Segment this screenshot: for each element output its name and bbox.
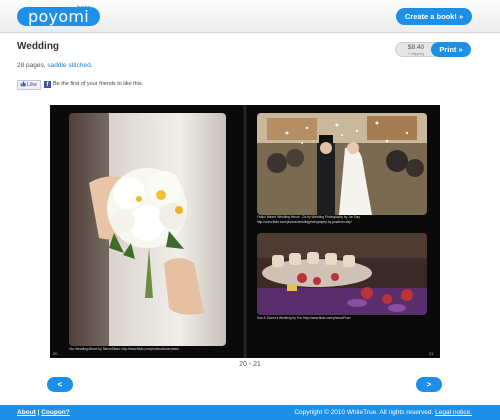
left-photo-caption: Our Wedding Album by SimonSteas. http://…	[69, 347, 179, 351]
book-meta: 28 pages, saddle stitched.	[17, 62, 93, 69]
page-indicator: 20 - 21	[239, 361, 261, 368]
price-box: $8.40 + shipping	[395, 42, 435, 57]
footer-separator: |	[37, 409, 40, 416]
right-top-caption: Fabio! Maleo! Wedding Venue - Dc by Wedd…	[257, 215, 360, 219]
thumbs-up-icon	[20, 81, 26, 87]
right-page[interactable]: Fabio! Maleo! Wedding Venue - Dc by Wedd…	[247, 105, 440, 358]
bouquet-image	[69, 113, 226, 346]
footer: About | Coupon? Copyright © 2010 WhileTr…	[0, 405, 500, 420]
like-text: Be the first of your friends to like thi…	[53, 81, 144, 87]
print-button[interactable]: Print »	[431, 42, 471, 57]
coupon-link[interactable]: Coupon?	[41, 409, 70, 416]
pages-count: 28 pages,	[17, 62, 46, 69]
binding-suffix: .	[90, 62, 93, 69]
couple-image	[257, 113, 427, 215]
shipping-label: + shipping	[407, 52, 425, 56]
right-top-caption-url: http://www.flickr.com/photos/weddingphot…	[257, 220, 352, 224]
like-button[interactable]: Like	[17, 80, 42, 90]
bouquet-photo	[69, 113, 226, 346]
book-spread: Our Wedding Album by SimonSteas. http://…	[50, 105, 440, 358]
right-bottom-caption: Sue & Stoner's Wedding by Fra. http://ww…	[257, 316, 351, 320]
couple-photo	[257, 113, 427, 215]
copyright-notice: Copyright © 2010 WhileTrue. All rights r…	[294, 409, 472, 416]
prev-page-button[interactable]: <	[47, 377, 73, 392]
top-bar: poyomi beta Create a book! »	[0, 0, 500, 33]
footer-links: About | Coupon?	[17, 409, 70, 416]
left-page-number: 20	[53, 351, 58, 356]
create-book-button[interactable]: Create a book! »	[396, 8, 472, 25]
about-link[interactable]: About	[17, 409, 36, 416]
beta-label: beta	[77, 5, 91, 12]
legal-notice-link[interactable]: Legal notice.	[435, 409, 472, 416]
next-page-button[interactable]: >	[416, 377, 442, 392]
binding-link[interactable]: saddle stitched	[47, 62, 90, 69]
facebook-icon: f	[44, 81, 51, 88]
left-page[interactable]: Our Wedding Album by SimonSteas. http://…	[50, 105, 243, 358]
price-value: $8.40	[407, 44, 425, 51]
cake-photo	[257, 233, 427, 315]
like-label: Like	[27, 82, 38, 88]
right-page-number: 21	[429, 351, 434, 356]
copyright-text: Copyright © 2010 WhileTrue. All rights r…	[294, 409, 434, 416]
cake-image	[257, 233, 427, 315]
book-title: Wedding	[17, 41, 60, 52]
